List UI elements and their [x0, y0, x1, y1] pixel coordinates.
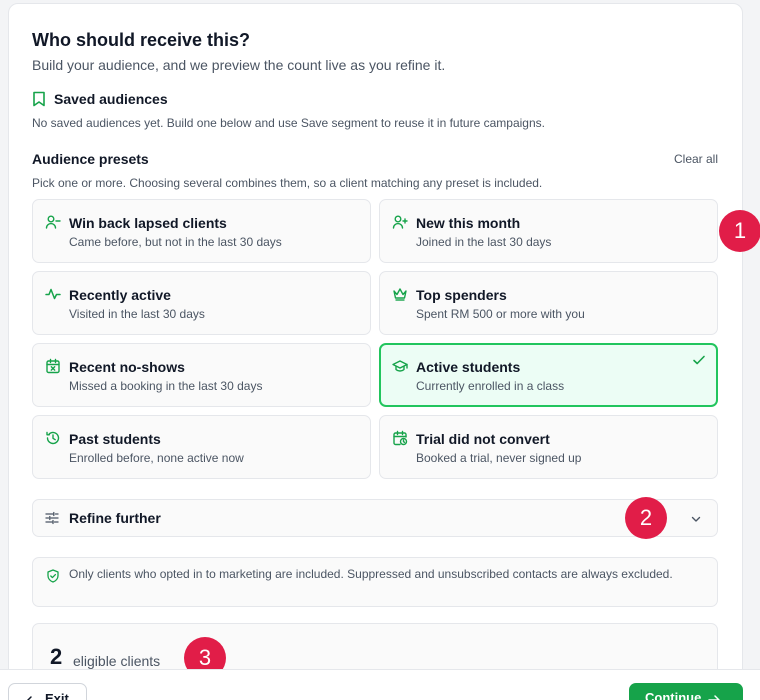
arrow-right-icon [708, 695, 721, 700]
preset-title: Win back lapsed clients [69, 215, 227, 231]
consent-notice: Only clients who opted in to marketing a… [32, 557, 718, 607]
preset-subtitle: Booked a trial, never signed up [416, 451, 582, 465]
preset-subtitle: Currently enrolled in a class [416, 379, 565, 393]
preset-recent-no-shows[interactable]: Recent no-shows Missed a booking in the … [32, 343, 371, 407]
calendar-clock-icon [393, 430, 408, 446]
audience-presets-description: Pick one or more. Choosing several combi… [32, 176, 543, 190]
consent-notice-text: Only clients who opted in to marketing a… [69, 567, 673, 581]
preset-subtitle: Spent RM 500 or more with you [416, 307, 585, 321]
page-subtitle: Build your audience, and we preview the … [32, 57, 446, 73]
saved-audiences-header: Saved audiences [32, 91, 168, 107]
preset-title: Recent no-shows [69, 359, 185, 375]
preset-title: Past students [69, 431, 161, 447]
saved-audiences-description: No saved audiences yet. Build one below … [32, 116, 545, 130]
preset-subtitle: Came before, but not in the last 30 days [69, 235, 282, 249]
preset-subtitle: Missed a booking in the last 30 days [69, 379, 263, 393]
preset-trial-did-not-convert[interactable]: Trial did not convert Booked a trial, ne… [379, 415, 718, 479]
preset-title: Recently active [69, 287, 171, 303]
preset-title: Top spenders [416, 287, 507, 303]
preset-title: New this month [416, 215, 521, 231]
preset-active-students[interactable]: Active students Currently enrolled in a … [379, 343, 718, 407]
annotation-badge: 2 [625, 497, 667, 539]
sliders-icon [45, 511, 59, 525]
eligible-count: 2 [50, 644, 63, 669]
refine-further-toggle[interactable]: Refine further [32, 499, 718, 537]
preset-new-this-month[interactable]: New this month Joined in the last 30 day… [379, 199, 718, 263]
continue-button[interactable]: Continue [629, 683, 743, 700]
preset-win-back-lapsed-clients[interactable]: Win back lapsed clients Came before, but… [32, 199, 371, 263]
audience-presets-title: Audience presets [32, 151, 149, 167]
annotation-badge: 1 [719, 210, 760, 252]
activity-icon [45, 288, 61, 300]
preset-grid: Win back lapsed clients Came before, but… [32, 199, 718, 479]
exit-label: Exit [45, 691, 69, 700]
calendar-x-icon [46, 358, 60, 374]
bookmark-icon [33, 91, 45, 107]
preset-top-spenders[interactable]: Top spenders Spent RM 500 or more with y… [379, 271, 718, 335]
preset-recently-active[interactable]: Recently active Visited in the last 30 d… [32, 271, 371, 335]
page-title: Who should receive this? [32, 30, 251, 50]
preset-past-students[interactable]: Past students Enrolled before, none acti… [32, 415, 371, 479]
preset-subtitle: Joined in the last 30 days [416, 235, 552, 249]
clear-all-button[interactable]: Clear all [674, 152, 718, 166]
user-minus-icon [45, 215, 61, 229]
user-plus-icon [392, 215, 408, 229]
shield-check-icon [47, 569, 59, 583]
preset-subtitle: Enrolled before, none active now [69, 451, 244, 465]
saved-audiences-title: Saved audiences [54, 91, 168, 107]
check-icon [693, 355, 705, 365]
graduation-cap-icon [392, 360, 408, 372]
chevron-down-icon [691, 516, 701, 522]
refine-further-label: Refine further [69, 510, 161, 526]
crown-icon [393, 288, 407, 301]
eligible-count-label: eligible clients [73, 653, 161, 669]
preset-title: Trial did not convert [416, 431, 550, 447]
arrow-left-icon [26, 696, 32, 700]
history-icon [46, 431, 60, 445]
exit-button[interactable]: Exit [8, 683, 87, 700]
continue-label: Continue [645, 690, 702, 700]
wizard-footer: Exit Continue [0, 669, 760, 700]
preset-title: Active students [416, 359, 521, 375]
preset-subtitle: Visited in the last 30 days [69, 307, 205, 321]
